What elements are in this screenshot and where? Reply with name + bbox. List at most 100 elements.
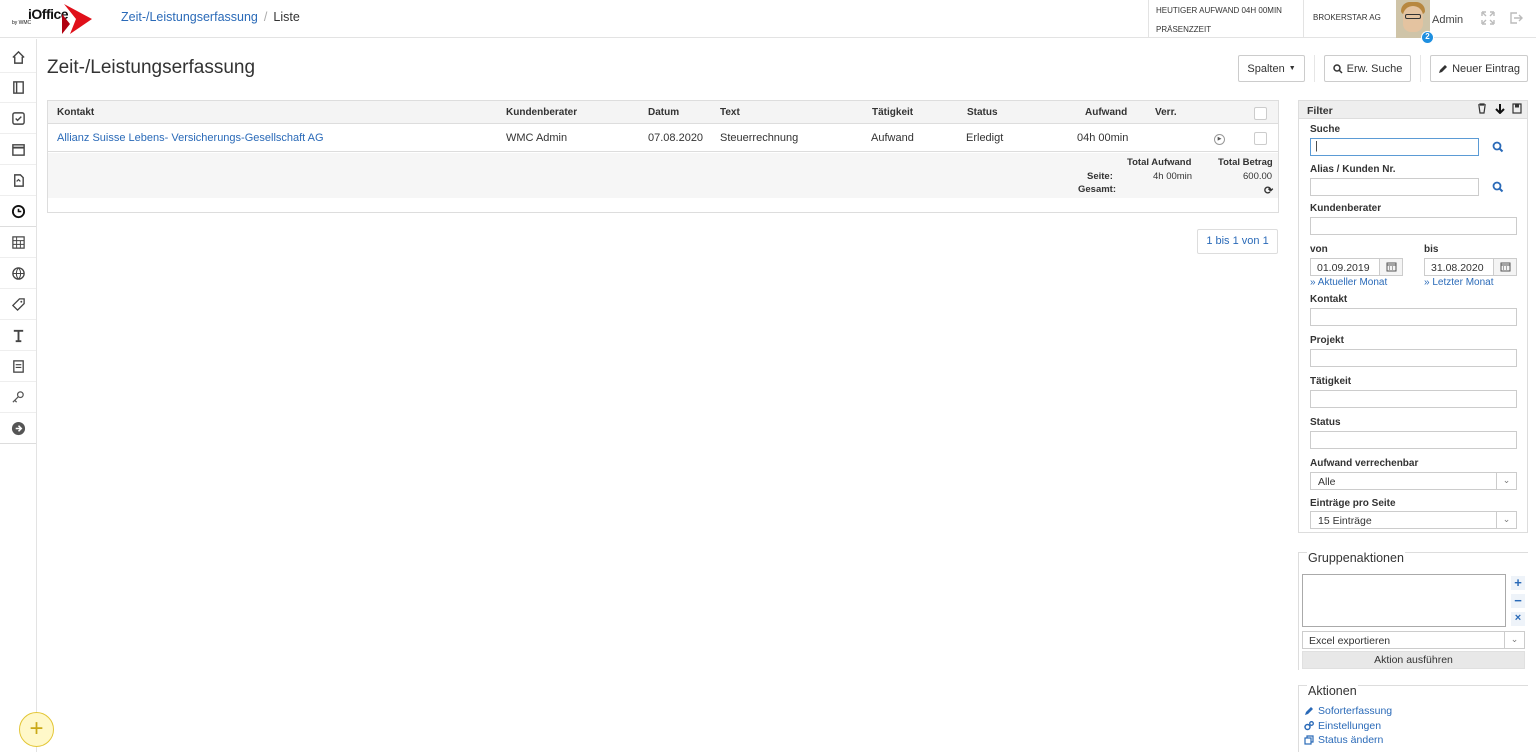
alias-label: Alias / Kunden Nr. [1310,164,1396,175]
col-taetigkeit[interactable]: Tätigkeit [872,107,913,118]
actions-panel: Aktionen Soforterfassung Einstellungen S… [1298,684,1528,752]
arrow-down-icon[interactable] [1494,103,1506,116]
refresh-icon[interactable]: ⟳ [1264,184,1273,197]
logo-sub: by WMC [12,20,32,26]
action-status-aendern-label: Status ändern [1318,734,1384,746]
col-verr[interactable]: Verr. [1155,107,1177,118]
kontakt-input[interactable] [1310,308,1517,326]
plus-icon[interactable]: + [1511,576,1525,590]
search-icon[interactable] [1492,141,1504,153]
pagination-info: 1 bis 1 von 1 [1197,229,1278,254]
eintraege-label: Einträge pro Seite [1310,498,1396,509]
keys-icon[interactable] [0,383,36,413]
verrechenbar-value: Alle [1318,476,1336,488]
entries-per-page-select[interactable]: 15 Einträge ⌄ [1310,511,1517,529]
calendar-icon[interactable] [0,135,36,165]
new-entry-label: Neuer Eintrag [1452,62,1520,75]
date-from-input[interactable]: 01.09.2019 [1310,258,1403,276]
today-effort-section[interactable]: HEUTIGER AUFWAND 04H 00MIN PRÄSENZZEIT [1148,0,1298,38]
calendar-icon[interactable] [1493,259,1516,275]
col-kontakt[interactable]: Kontakt [57,107,94,118]
filter-panel: Filter Suche | Alias / Kunden Nr. Kunden… [1298,100,1528,533]
breadcrumb-link-zeit[interactable]: Zeit-/Leistungserfassung [121,10,258,24]
notification-badge[interactable]: 2 [1421,31,1434,44]
close-icon[interactable]: × [1511,612,1525,626]
verrechenbar-select[interactable]: Alle ⌄ [1310,472,1517,490]
fullscreen-icon[interactable] [1481,11,1495,25]
user-name[interactable]: Admin [1432,14,1463,26]
left-navigation [0,39,37,752]
tag-icon[interactable] [0,290,36,320]
gesamt-label: Gesamt: [1078,184,1117,195]
page-title: Zeit-/Leistungserfassung [47,57,256,78]
group-action-value: Excel exportieren [1309,635,1391,647]
row-checkbox[interactable] [1254,132,1267,145]
col-kundenberater[interactable]: Kundenberater [506,107,577,118]
breadcrumb: Zeit-/Leistungserfassung / Liste [121,10,300,24]
table-header: Kontakt Kundenberater Datum Text Tätigke… [48,101,1278,124]
search-input[interactable]: | [1310,138,1479,156]
company-section[interactable]: BROKERSTAR AG [1303,0,1393,38]
search-icon[interactable] [1492,181,1504,193]
filter-title: Filter [1307,105,1333,117]
arrow-right-circle-icon[interactable] [0,414,36,444]
company-name: BROKERSTAR AG [1313,13,1381,22]
table-footer: Total Aufwand Total Betrag Seite: 4h 00m… [48,153,1278,198]
search-icon [1332,63,1343,74]
add-fab-button[interactable]: + [19,712,54,747]
advanced-search-button[interactable]: Erw. Suche [1324,55,1411,82]
chevron-down-icon: ⌄ [1496,512,1516,528]
taetigkeit-label: Tätigkeit [1310,376,1352,387]
seite-aufwand-value: 4h 00min [1153,171,1193,182]
reports-icon[interactable] [0,228,36,258]
kundenberater-input[interactable] [1310,217,1517,235]
copy-icon [1304,735,1314,745]
forms-icon[interactable] [0,352,36,382]
logo-mark-icon [62,4,92,34]
cell-kontakt-link[interactable]: Allianz Suisse Lebens- Versicherungs-Ges… [57,132,324,144]
logout-icon[interactable] [1509,11,1523,25]
cell-kundenberater: WMC Admin [506,132,568,144]
projekt-input[interactable] [1310,349,1517,367]
last-month-link[interactable]: » Letzter Monat [1424,277,1493,288]
current-month-link[interactable]: » Aktueller Monat [1310,277,1387,288]
group-action-select[interactable]: Excel exportieren ⌄ [1302,631,1525,649]
contacts-icon[interactable] [0,73,36,103]
divider [1420,55,1421,82]
home-icon[interactable] [0,43,36,73]
gears-icon [1304,721,1314,731]
action-status-aendern[interactable]: Status ändern [1304,734,1383,746]
columns-button[interactable]: Spalten ▼ [1238,55,1305,82]
action-soforterfassung[interactable]: Soforterfassung [1304,705,1392,717]
trash-icon[interactable] [1476,103,1488,116]
taetigkeit-input[interactable] [1310,390,1517,408]
col-status[interactable]: Status [967,107,998,118]
caret-down-icon: ▼ [1288,65,1296,72]
col-aufwand[interactable]: Aufwand [1085,107,1127,118]
group-selection-list[interactable] [1302,574,1506,627]
globe-icon[interactable] [0,259,36,289]
app-logo[interactable]: iOffice by WMC [12,4,92,34]
calendar-icon[interactable] [1379,259,1402,275]
action-soforterfassung-label: Soforterfassung [1318,705,1393,717]
date-to-input[interactable]: 31.08.2020 [1424,258,1517,276]
select-all-checkbox[interactable] [1254,107,1267,120]
save-icon[interactable] [1511,103,1523,116]
action-einstellungen[interactable]: Einstellungen [1304,720,1381,732]
new-entry-button[interactable]: Neuer Eintrag [1430,55,1528,82]
col-text[interactable]: Text [720,107,740,118]
advanced-search-label: Erw. Suche [1346,62,1403,75]
table-row[interactable]: Allianz Suisse Lebens- Versicherungs-Ges… [48,125,1278,152]
cell-text: Steuerrechnung [720,132,799,144]
group-actions-title: Gruppenaktionen [1307,551,1405,565]
text-icon[interactable] [0,321,36,351]
minus-icon[interactable]: − [1511,594,1525,608]
alias-input[interactable] [1310,178,1479,196]
play-icon[interactable]: ▶ [1214,134,1225,145]
documents-icon[interactable] [0,166,36,196]
status-input[interactable] [1310,431,1517,449]
execute-action-button[interactable]: Aktion ausführen [1302,651,1525,669]
time-tracking-icon[interactable] [0,197,36,227]
tasks-icon[interactable] [0,104,36,134]
col-datum[interactable]: Datum [648,107,679,118]
